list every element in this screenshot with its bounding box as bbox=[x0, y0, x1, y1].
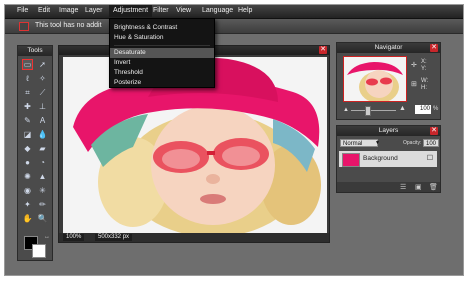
tool-options-bar: This tool has no addit bbox=[5, 19, 463, 34]
zoom-input[interactable]: 100 bbox=[415, 105, 431, 114]
lasso-tool-icon[interactable]: ℓ bbox=[22, 73, 33, 84]
menu-invert[interactable]: Invert bbox=[110, 58, 214, 68]
current-tool-icon bbox=[19, 22, 29, 31]
zoom-in-icon[interactable]: ▲ bbox=[399, 105, 406, 112]
menu-help[interactable]: Help bbox=[238, 7, 252, 14]
image-size-readout: 500x332 px bbox=[95, 234, 133, 241]
layers-panel: Layers ✕ Normal ▼ Opacity: 100 Backgroun… bbox=[336, 125, 441, 193]
new-layer-icon[interactable]: ▣ bbox=[415, 183, 422, 191]
zoom-unit: % bbox=[433, 106, 439, 112]
close-image-icon[interactable]: ✕ bbox=[319, 46, 327, 54]
marquee-tool-icon[interactable]: ▭ bbox=[22, 59, 33, 70]
burn-tool-icon[interactable]: ◔ bbox=[37, 157, 48, 168]
menu-filter[interactable]: Filter bbox=[153, 7, 169, 14]
menu-bar: File Edit Image Layer Adjustment Filter … bbox=[5, 5, 463, 19]
menu-posterize[interactable]: Posterize bbox=[110, 78, 214, 88]
y-coordinate-label: Y: bbox=[421, 66, 427, 72]
crop-tool-icon[interactable]: ⌗ bbox=[22, 87, 33, 98]
bucket-tool-icon[interactable]: ◆ bbox=[22, 143, 33, 154]
menu-adjustment[interactable]: Adjustment bbox=[109, 5, 153, 17]
zoom-readout: 100% bbox=[63, 234, 85, 241]
menu-image[interactable]: Image bbox=[59, 7, 78, 14]
tools-panel-title: Tools bbox=[18, 46, 52, 56]
sharpen-tool-icon[interactable]: ▲ bbox=[37, 171, 48, 182]
menu-edit[interactable]: Edit bbox=[38, 7, 50, 14]
navigator-thumbnail[interactable] bbox=[343, 56, 407, 102]
gradient-tool-icon[interactable]: ▰ bbox=[37, 143, 48, 154]
delete-layer-icon[interactable]: 🗑 bbox=[429, 183, 438, 191]
lock-icon: ☐ bbox=[426, 155, 433, 162]
pencil-tool-icon[interactable]: ✏ bbox=[37, 199, 48, 210]
blur-tool-icon[interactable]: 💧 bbox=[37, 129, 48, 140]
layer-effects-icon[interactable]: ☰ bbox=[400, 183, 406, 191]
navigator-title: Navigator bbox=[337, 43, 440, 53]
brush-tool-icon[interactable]: ✎ bbox=[22, 115, 33, 126]
swap-colors-icon[interactable]: ↔ bbox=[44, 234, 50, 240]
opacity-input[interactable]: 100 bbox=[423, 139, 439, 147]
menu-brightness-contrast[interactable]: Brightness & Contrast bbox=[110, 23, 214, 33]
menu-language[interactable]: Language bbox=[202, 7, 233, 14]
sponge-tool-icon[interactable]: ✺ bbox=[22, 171, 33, 182]
x-coordinate-label: X: bbox=[421, 59, 427, 65]
layer-name: Background bbox=[363, 155, 398, 162]
layer-row[interactable]: Background ☐ bbox=[339, 151, 437, 167]
type-tool-icon[interactable]: A bbox=[37, 115, 48, 126]
image-status-bar: 100% 500x332 px bbox=[59, 233, 329, 242]
menu-file[interactable]: File bbox=[17, 7, 28, 14]
menu-layer[interactable]: Layer bbox=[85, 7, 103, 14]
zoom-tool-icon[interactable]: 🔍 bbox=[37, 213, 48, 224]
menu-threshold[interactable]: Threshold bbox=[110, 68, 214, 78]
navigator-panel: Navigator ✕ ✛ X: Y: ⊞ W: H: ▲ ▲ 100 % bbox=[336, 42, 441, 120]
menu-desaturate[interactable]: Desaturate bbox=[110, 48, 214, 58]
eyedropper-icon[interactable]: ⟋ bbox=[37, 87, 48, 98]
zoom-slider-track[interactable] bbox=[351, 110, 396, 111]
eraser-tool-icon[interactable]: ◪ bbox=[22, 129, 33, 140]
adjustment-menu-dropdown: Brightness & Contrast Hue & Saturation D… bbox=[109, 18, 215, 88]
close-navigator-icon[interactable]: ✕ bbox=[430, 44, 438, 52]
blend-mode-select[interactable]: Normal bbox=[340, 139, 378, 147]
menu-view[interactable]: View bbox=[176, 7, 191, 14]
menu-hue-saturation[interactable]: Hue & Saturation bbox=[110, 33, 214, 43]
layers-title: Layers bbox=[337, 126, 440, 136]
bloat-tool-icon[interactable]: ✳ bbox=[37, 185, 48, 196]
zoom-slider-handle[interactable] bbox=[365, 106, 371, 116]
pinch-tool-icon[interactable]: ✦ bbox=[22, 199, 33, 210]
width-label: W: bbox=[421, 78, 429, 84]
layer-thumbnail bbox=[342, 153, 360, 167]
clone-stamp-icon[interactable]: ⊥ bbox=[37, 101, 48, 112]
navigator-preview-image bbox=[344, 57, 406, 101]
dodge-tool-icon[interactable]: ● bbox=[22, 157, 33, 168]
zoom-out-icon[interactable]: ▲ bbox=[343, 107, 349, 113]
size-icon: ⊞ bbox=[411, 81, 417, 88]
app-window: File Edit Image Layer Adjustment Filter … bbox=[4, 4, 464, 276]
height-label: H: bbox=[421, 85, 427, 91]
heal-tool-icon[interactable]: ✚ bbox=[22, 101, 33, 112]
opacity-label: Opacity: bbox=[403, 140, 422, 146]
close-layers-icon[interactable]: ✕ bbox=[430, 127, 438, 135]
magic-wand-icon[interactable]: ✧ bbox=[37, 73, 48, 84]
hand-tool-icon[interactable]: ✋ bbox=[22, 213, 33, 224]
layers-footer: ☰ ▣ 🗑 bbox=[337, 182, 440, 192]
blend-mode-chevron-icon: ▼ bbox=[375, 140, 380, 146]
background-color-swatch[interactable] bbox=[32, 244, 46, 258]
red-eye-tool-icon[interactable]: ◉ bbox=[22, 185, 33, 196]
menu-separator bbox=[114, 45, 210, 46]
crosshair-icon: ✛ bbox=[411, 62, 417, 69]
move-tool-icon[interactable]: ➚ bbox=[37, 59, 48, 70]
tool-options-text: This tool has no addit bbox=[35, 22, 102, 29]
tools-panel: Tools ▭ ➚ ℓ ✧ ⌗ ⟋ ✚ ⊥ ✎ A ◪ 💧 ◆ ▰ ● ◔ ✺ … bbox=[17, 45, 53, 261]
